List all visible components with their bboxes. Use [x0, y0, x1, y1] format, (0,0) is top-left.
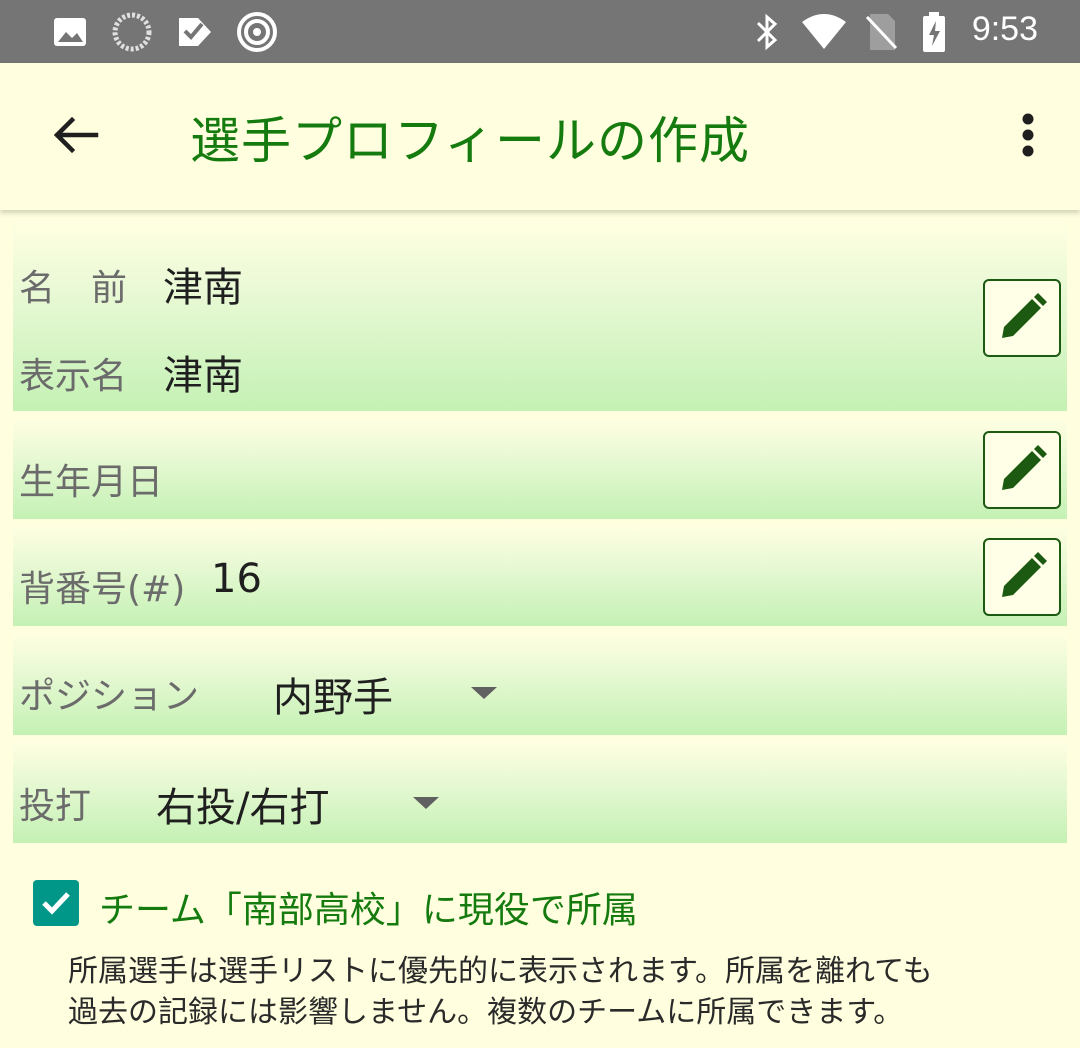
- bat-throw-row: 投打 右投/右打: [13, 741, 1067, 843]
- edit-number-button[interactable]: [983, 538, 1061, 616]
- position-dropdown[interactable]: 内野手: [263, 643, 513, 725]
- position-selected: 内野手: [273, 675, 393, 721]
- more-vert-icon: [1022, 113, 1034, 157]
- membership-help-text: 所属選手は選手リストに優先的に表示されます。所属を離れても 過去の記録には影響し…: [68, 951, 1068, 1033]
- checkmark-icon: [42, 892, 70, 915]
- page-title: 選手プロフィールの作成: [190, 112, 750, 170]
- help-line-2: 過去の記録には影響しません。複数のチームに所属できます。: [68, 995, 904, 1030]
- dropdown-arrow-icon: [471, 687, 497, 699]
- pencil-icon: [1002, 552, 1047, 597]
- wifi-icon: [800, 12, 848, 52]
- bat-throw-dropdown[interactable]: 右投/右打: [148, 751, 458, 833]
- birthday-label: 生年月日: [19, 462, 164, 503]
- battery-charging-icon: [920, 12, 948, 52]
- help-line-1: 所属選手は選手リストに優先的に表示されます。所属を離れても: [68, 954, 933, 989]
- display-name-value: 津南: [163, 353, 243, 399]
- position-row: ポジション 内野手: [13, 633, 1067, 735]
- clock-time: 9:53: [971, 10, 1038, 48]
- display-name-label: 表示名: [19, 356, 128, 397]
- pencil-icon: [1002, 445, 1047, 490]
- bluetooth-icon: [752, 12, 782, 52]
- membership-checkbox[interactable]: [33, 880, 79, 926]
- edit-name-button[interactable]: [983, 279, 1061, 357]
- image-icon: [52, 12, 88, 52]
- name-label: 名 前: [19, 268, 128, 309]
- no-sim-icon: [864, 12, 898, 52]
- bat-throw-label: 投打: [19, 786, 92, 827]
- number-label: 背番号(#): [19, 569, 186, 610]
- number-value: 16: [211, 556, 262, 602]
- back-arrow-icon: [53, 116, 99, 154]
- membership-label[interactable]: チーム「南部高校」に現役で所属: [99, 881, 638, 933]
- bat-throw-selected: 右投/右打: [156, 785, 330, 831]
- sync-icon: [112, 12, 152, 52]
- position-label: ポジション: [19, 676, 200, 717]
- dropdown-arrow-icon: [413, 797, 439, 809]
- back-button[interactable]: [44, 103, 108, 167]
- name-value: 津南: [163, 265, 243, 311]
- name-row: 名 前 津南 表示名 津南: [13, 221, 1067, 411]
- task-icon: [176, 12, 214, 52]
- edit-birthday-button[interactable]: [983, 431, 1061, 509]
- pencil-icon: [1002, 293, 1047, 338]
- status-bar: 9:53: [0, 0, 1080, 63]
- birthday-row: 生年月日: [13, 419, 1067, 519]
- target-icon: [236, 12, 278, 52]
- app-bar: 選手プロフィールの作成: [0, 63, 1080, 210]
- number-row: 背番号(#) 16: [13, 526, 1067, 626]
- overflow-menu-button[interactable]: [1006, 103, 1050, 167]
